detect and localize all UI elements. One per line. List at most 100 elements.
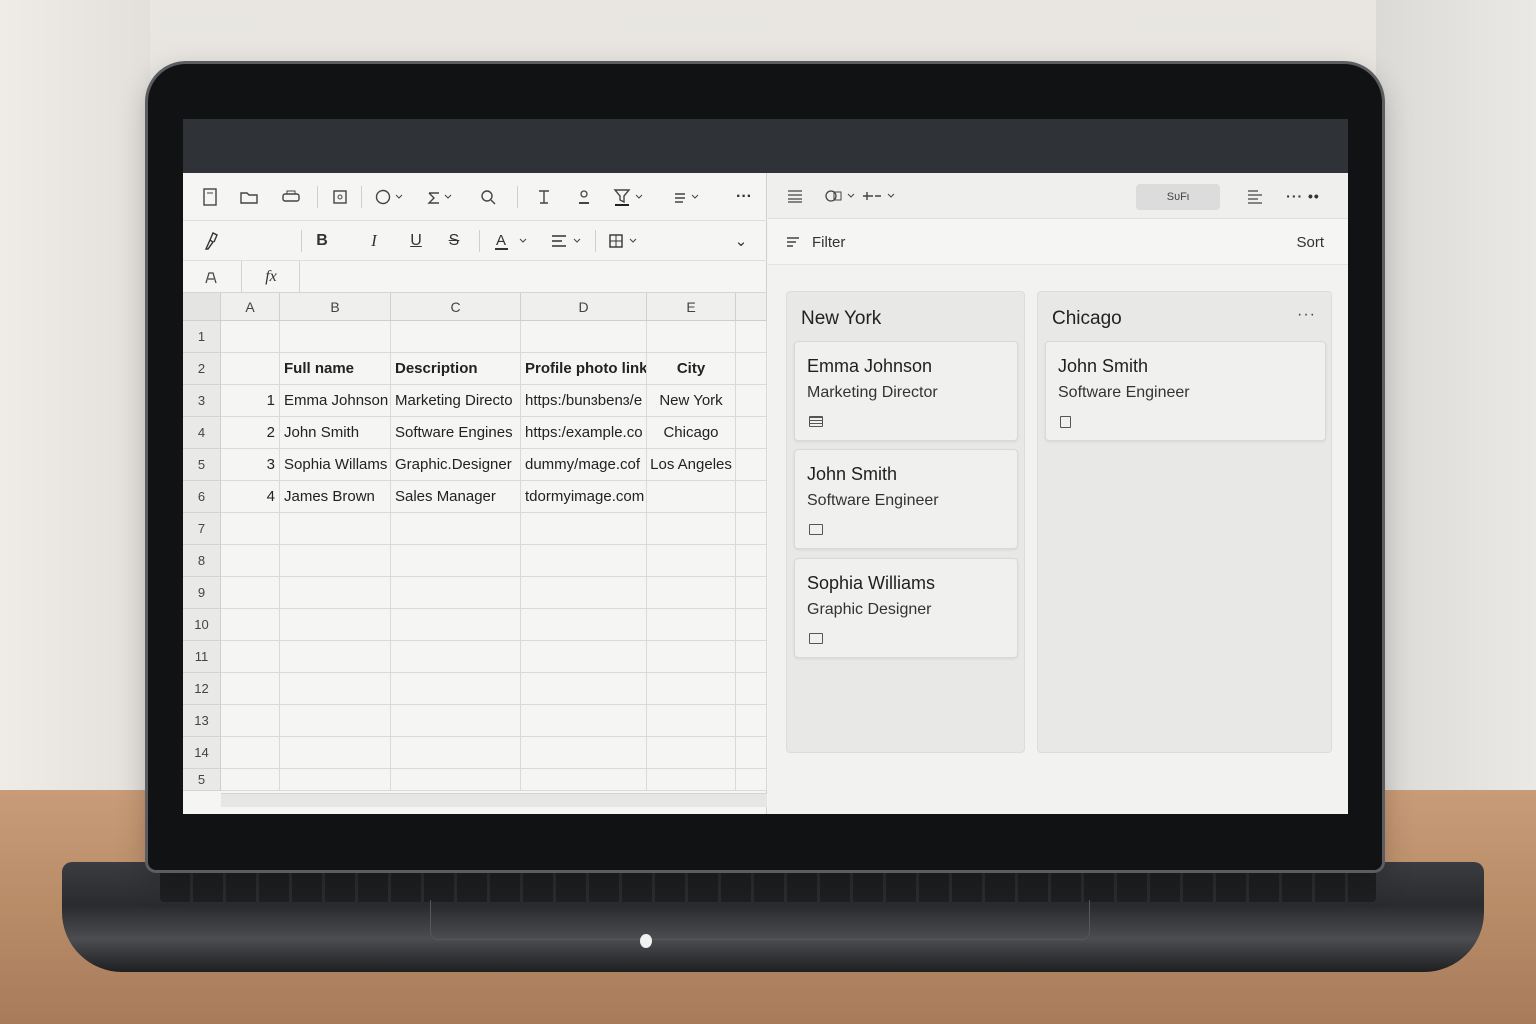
cell-c-10[interactable] (391, 609, 521, 641)
group-by-dropdown-icon[interactable] (824, 183, 858, 209)
insert-image-icon[interactable] (329, 184, 351, 210)
cell-d-3[interactable]: https:/bunɜbenɜ/e (521, 385, 647, 417)
cell-f-14[interactable] (736, 737, 767, 769)
cell-e-3[interactable]: New York (647, 385, 736, 417)
cell-b-15[interactable] (280, 769, 391, 791)
cell-a-2[interactable] (221, 353, 280, 385)
cell-d-5[interactable]: dummy/mage.cof (521, 449, 647, 481)
cell-f-1[interactable] (736, 321, 767, 353)
cell-e-4[interactable]: Chicago (647, 417, 736, 449)
cell-d-6[interactable]: tdormyimage.com (521, 481, 647, 513)
cell-a-7[interactable] (221, 513, 280, 545)
cell-a-8[interactable] (221, 545, 280, 577)
cell-b-7[interactable] (280, 513, 391, 545)
cell-c-9[interactable] (391, 577, 521, 609)
cell-b-5[interactable]: Sophia Willams (280, 449, 391, 481)
bold-icon[interactable]: B (311, 228, 333, 254)
cell-e-5[interactable]: Los Angeles (647, 449, 736, 481)
more-options-icon[interactable]: ··· •• (1274, 183, 1332, 209)
cell-b-10[interactable] (280, 609, 391, 641)
cell-a-6[interactable]: 4 (221, 481, 280, 513)
card[interactable]: Sophia Williams Graphic Designer (794, 558, 1018, 658)
row-header[interactable]: 14 (183, 737, 221, 769)
column-header-a[interactable]: A (221, 293, 280, 321)
cell-f-6[interactable] (736, 481, 767, 513)
cell-a-12[interactable] (221, 673, 280, 705)
cell-a-15[interactable] (221, 769, 280, 791)
format-painter-icon[interactable] (199, 228, 223, 254)
row-header[interactable]: 6 (183, 481, 221, 513)
print-icon[interactable] (279, 184, 303, 210)
cell-f-2[interactable] (736, 353, 767, 385)
list-settings-icon[interactable] (1244, 183, 1266, 209)
cell-c-8[interactable] (391, 545, 521, 577)
more-options-icon[interactable]: ··· (731, 184, 757, 210)
row-header[interactable]: 2 (183, 353, 221, 385)
open-folder-icon[interactable] (237, 184, 261, 210)
cell-e-11[interactable] (647, 641, 736, 673)
function-icon[interactable]: fx (257, 264, 285, 290)
cell-d-11[interactable] (521, 641, 647, 673)
filter-button[interactable]: Filter (812, 229, 852, 255)
align-dropdown-icon[interactable] (549, 228, 585, 254)
conditional-format-dropdown-icon[interactable] (671, 184, 705, 210)
spreadsheet-grid[interactable]: A B C D E 1 2 3 4 5 6 7 8 9 10 11 12 13 14 5 Full name… (183, 293, 767, 793)
strikethrough-icon[interactable]: S (443, 228, 465, 254)
row-header[interactable]: 3 (183, 385, 221, 417)
cell-a-3[interactable]: 1 (221, 385, 280, 417)
cell-reference-icon[interactable] (197, 264, 225, 290)
cell-f-12[interactable] (736, 673, 767, 705)
cell-d-9[interactable] (521, 577, 647, 609)
column-header-e[interactable]: E (647, 293, 736, 321)
cell-c-3[interactable]: Marketing Directo (391, 385, 521, 417)
text-format-icon[interactable] (533, 184, 555, 210)
italic-icon[interactable]: I (363, 228, 385, 254)
column-header-b[interactable]: B (280, 293, 391, 321)
row-header[interactable]: 10 (183, 609, 221, 641)
cell-f-10[interactable] (736, 609, 767, 641)
cell-f-4[interactable] (736, 417, 767, 449)
cell-e-12[interactable] (647, 673, 736, 705)
cell-a-11[interactable] (221, 641, 280, 673)
cell-f-15[interactable] (736, 769, 767, 791)
cell-d-7[interactable] (521, 513, 647, 545)
cell-d-13[interactable] (521, 705, 647, 737)
cell-e-8[interactable] (647, 545, 736, 577)
cell-d-14[interactable] (521, 737, 647, 769)
cell-b-2[interactable]: Full name (280, 353, 391, 385)
cell-a-1[interactable] (221, 321, 280, 353)
cell-b-13[interactable] (280, 705, 391, 737)
row-header[interactable]: 13 (183, 705, 221, 737)
cell-b-9[interactable] (280, 577, 391, 609)
column-header-d[interactable]: D (521, 293, 647, 321)
cell-a-5[interactable]: 3 (221, 449, 280, 481)
cell-a-4[interactable]: 2 (221, 417, 280, 449)
menu-icon[interactable] (784, 183, 806, 209)
filter-dropdown-icon[interactable] (611, 184, 647, 210)
cell-f-7[interactable] (736, 513, 767, 545)
row-header[interactable]: 1 (183, 321, 221, 353)
cell-b-11[interactable] (280, 641, 391, 673)
cell-e-9[interactable] (647, 577, 736, 609)
row-header[interactable]: 12 (183, 673, 221, 705)
cell-c-15[interactable] (391, 769, 521, 791)
emoji-dropdown-icon[interactable] (373, 184, 407, 210)
text-color-icon[interactable] (573, 184, 595, 210)
cell-f-9[interactable] (736, 577, 767, 609)
cell-c-2[interactable]: Description (391, 353, 521, 385)
row-header[interactable]: 9 (183, 577, 221, 609)
cell-f-3[interactable] (736, 385, 767, 417)
cell-f-11[interactable] (736, 641, 767, 673)
cell-c-13[interactable] (391, 705, 521, 737)
horizontal-scrollbar[interactable] (221, 793, 767, 807)
cell-e-7[interactable] (647, 513, 736, 545)
row-header[interactable]: 11 (183, 641, 221, 673)
new-file-icon[interactable] (199, 184, 221, 210)
column-more-icon[interactable]: ··· (1297, 306, 1316, 324)
share-button[interactable]: SᴜFι (1136, 184, 1220, 210)
filter-icon[interactable] (784, 229, 802, 255)
cell-c-4[interactable]: Software Engines (391, 417, 521, 449)
row-header[interactable]: 8 (183, 545, 221, 577)
cell-b-4[interactable]: John Smith (280, 417, 391, 449)
card[interactable]: Emma Johnson Marketing Director (794, 341, 1018, 441)
